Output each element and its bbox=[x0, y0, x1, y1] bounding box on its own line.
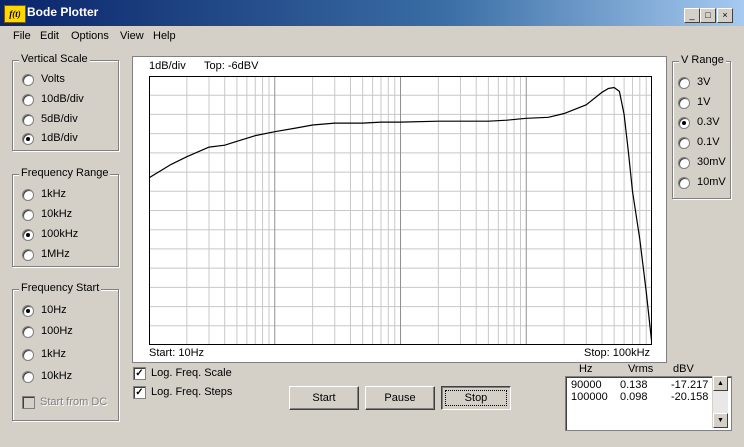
frequency-start-group: Frequency Start 10Hz 100Hz 1kHz 10kHz St… bbox=[12, 282, 119, 421]
title-bar[interactable]: f(t) Bode Plotter _ □ × bbox=[0, 0, 744, 26]
v-range-group: V Range 3V 1V 0.3V 0.1V 30mV 10mV bbox=[672, 54, 731, 199]
header-vrms: Vrms bbox=[628, 363, 654, 375]
plot-stop-text: Stop: 100kHz bbox=[584, 347, 651, 359]
plot-start-text: Start: 10Hz bbox=[149, 347, 205, 359]
frequency-start-label: Frequency Start bbox=[19, 282, 102, 294]
menu-options[interactable]: Options bbox=[71, 30, 109, 42]
readings-scrollbar[interactable]: ▲ ▼ bbox=[712, 376, 728, 428]
maximize-button[interactable]: □ bbox=[700, 8, 716, 23]
list-item: 90000 0.138 -17.217 bbox=[571, 379, 709, 391]
menu-bar: File Edit Options View Help bbox=[0, 27, 744, 45]
bode-plotter-window: f(t) Bode Plotter _ □ × File Edit Option… bbox=[0, 0, 744, 447]
app-icon: f(t) bbox=[4, 5, 26, 23]
header-dbv: dBV bbox=[673, 363, 694, 375]
frequency-range-group: Frequency Range 1kHz 10kHz 100kHz 1MHz bbox=[12, 167, 119, 267]
v-range-label: V Range bbox=[679, 54, 726, 66]
pause-button[interactable]: Pause bbox=[365, 386, 435, 410]
stop-button[interactable]: Stop bbox=[441, 386, 511, 410]
plot-scale-text: 1dB/div bbox=[149, 60, 186, 72]
menu-edit[interactable]: Edit bbox=[40, 30, 59, 42]
menu-view[interactable]: View bbox=[120, 30, 144, 42]
bode-plot-chart bbox=[149, 76, 652, 345]
readings-list[interactable]: 90000 0.138 -17.217 100000 0.098 -20.158 bbox=[565, 376, 732, 431]
menu-file[interactable]: File bbox=[13, 30, 31, 42]
check-icon: ✓ bbox=[133, 386, 146, 399]
minimize-button[interactable]: _ bbox=[684, 8, 700, 23]
header-hz: Hz bbox=[579, 363, 593, 375]
vertical-scale-label: Vertical Scale bbox=[19, 53, 90, 65]
check-icon: ✓ bbox=[133, 367, 146, 380]
menu-help[interactable]: Help bbox=[153, 30, 176, 42]
vertical-scale-group: Vertical Scale Volts 10dB/div 5dB/div 1d… bbox=[12, 53, 119, 151]
window-title: Bode Plotter bbox=[27, 5, 99, 19]
bode-plot-panel: 1dB/div Top: -6dBV Start: 10Hz Stop: 100… bbox=[132, 56, 667, 363]
scroll-up-icon[interactable]: ▲ bbox=[713, 376, 728, 391]
frequency-range-label: Frequency Range bbox=[19, 167, 111, 179]
start-button[interactable]: Start bbox=[289, 386, 359, 410]
scroll-down-icon[interactable]: ▼ bbox=[713, 413, 728, 428]
list-item: 100000 0.098 -20.158 bbox=[571, 391, 709, 403]
plot-top-text: Top: -6dBV bbox=[204, 60, 259, 72]
close-button[interactable]: × bbox=[717, 8, 733, 23]
